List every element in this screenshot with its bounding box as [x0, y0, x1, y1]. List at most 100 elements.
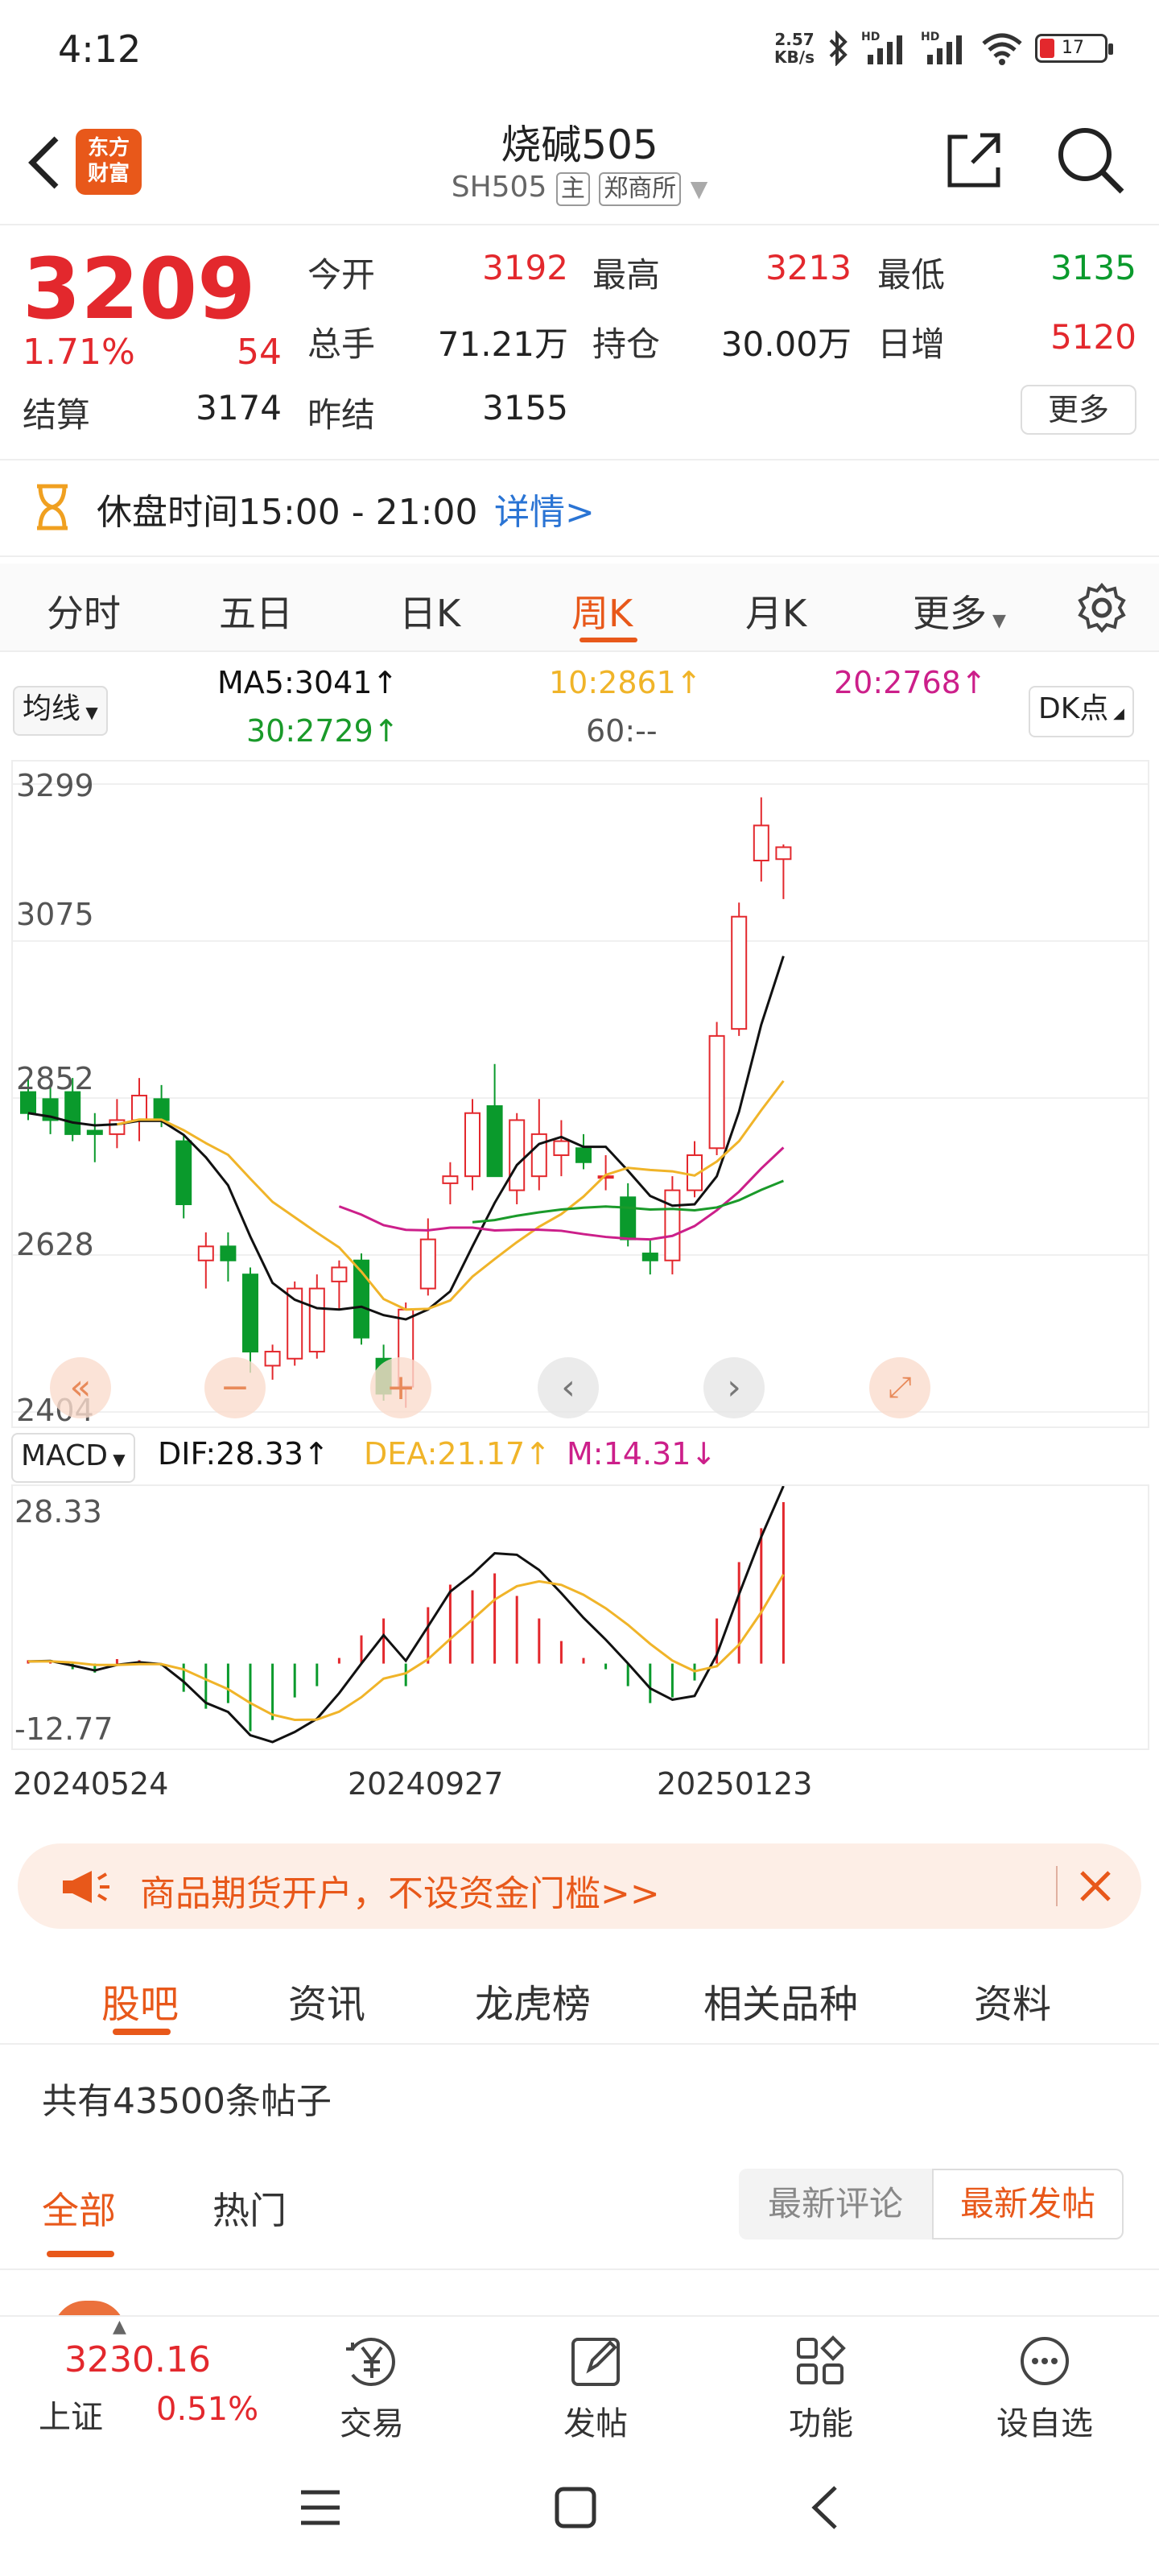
candle	[620, 1183, 637, 1247]
tab-more[interactable]: 更多 ▼	[913, 584, 1006, 638]
active-tab-indicator	[580, 638, 637, 642]
ma20-label: 20:2768↑	[834, 665, 987, 700]
promo-divider	[1056, 1866, 1058, 1906]
system-nav-bar	[0, 2444, 1159, 2576]
macd-chart[interactable]: 28.33 -12.77	[11, 1484, 1149, 1750]
oi-label: 持仓	[592, 324, 661, 364]
low-label: 最低	[877, 255, 946, 295]
promo-banner[interactable]: 商品期货开户，不设资金门槛>>	[18, 1843, 1141, 1929]
candle	[287, 1281, 303, 1366]
status-bar: 4:12 2.57 KB/s HD HD 17	[0, 0, 1159, 97]
dif-line	[27, 1485, 785, 1744]
trading-notice: 休盘时间15:00 - 21:00 详情>	[0, 460, 1159, 557]
x-tick-3: 20250123	[657, 1766, 813, 1802]
candle	[175, 1133, 192, 1219]
tab-daily-k[interactable]: 日K	[399, 584, 460, 638]
open-label: 今开	[307, 255, 376, 295]
period-tabs: 分时 五日 日K 周K 月K 更多 ▼	[0, 564, 1159, 652]
tab-monthly-k[interactable]: 月K	[745, 584, 806, 638]
gear-icon[interactable]	[1075, 581, 1128, 634]
status-time: 4:12	[58, 27, 142, 71]
zoom-in-icon[interactable]: +	[370, 1357, 431, 1418]
last-price: 3209	[23, 240, 256, 338]
daily-inc-value: 5120	[1050, 317, 1136, 357]
settle-label: 结算	[23, 395, 91, 435]
header: 东方 财富 烧碱505 SH505 主 郑商所 ▼	[0, 97, 1159, 225]
prev-settle-label: 昨结	[307, 395, 376, 435]
high-label: 最高	[592, 255, 661, 295]
tab-minute[interactable]: 分时	[47, 584, 121, 638]
fullscreen-icon[interactable]: ⤢	[869, 1357, 930, 1418]
scroll-left-icon[interactable]: ‹	[538, 1357, 599, 1418]
dk-point-button[interactable]: DK点 ◢	[1029, 686, 1134, 737]
home-icon[interactable]	[554, 2486, 597, 2529]
quote-panel: 3209 1.71% 54 结算 3174 今开 3192 最高 3213 最低…	[0, 227, 1159, 460]
forum-divider	[0, 2268, 1159, 2270]
signal-icon-2: HD	[921, 31, 962, 64]
dropdown-icon: ▼	[690, 175, 708, 202]
filter-hot[interactable]: 热门	[212, 2182, 287, 2235]
caret-up-icon: ▲	[113, 2317, 126, 2337]
candle	[753, 797, 769, 882]
svg-text:HD: HD	[861, 31, 880, 43]
scroll-right-icon[interactable]: ›	[703, 1357, 765, 1418]
menu-icon[interactable]	[298, 2487, 343, 2528]
post-count: 共有43500条帖子	[42, 2081, 332, 2122]
battery-icon: 17	[1035, 34, 1113, 63]
sort-latest-comment[interactable]: 最新评论	[739, 2169, 932, 2240]
bluetooth-icon	[829, 31, 848, 66]
edit-icon	[571, 2338, 620, 2386]
add-watchlist-button[interactable]: 设自选	[964, 2333, 1125, 2444]
candle	[308, 1274, 325, 1359]
search-icon[interactable]	[1054, 124, 1127, 196]
volume-label: 总手	[307, 324, 376, 364]
wifi-icon	[982, 33, 1022, 65]
back-nav-icon[interactable]	[808, 2484, 840, 2531]
tab-five-day[interactable]: 五日	[219, 584, 293, 638]
candle	[731, 902, 748, 1036]
index-change: 0.51%	[156, 2391, 259, 2428]
macd-y-bottom: -12.77	[14, 1711, 113, 1747]
more-button[interactable]: 更多	[1021, 385, 1136, 435]
macd-svg	[27, 1485, 785, 1744]
candle	[264, 1344, 281, 1380]
kline-chart[interactable]: 3299 3075 2852 2628 2404 « − + ‹ › ⤢	[11, 760, 1149, 1428]
tab-forum[interactable]: 股吧	[101, 1972, 179, 2029]
volume-value: 71.21万	[437, 324, 568, 364]
macd-select[interactable]: MACD ▼	[11, 1433, 135, 1483]
candle	[708, 1022, 725, 1156]
change-pct: 1.71%	[23, 332, 135, 373]
m-label: M:14.31↓	[567, 1436, 717, 1472]
kline-svg	[13, 783, 1148, 1413]
bottom-toolbar: ▲ 3230.16 上证 0.51% 交易 发帖 功能 设自选	[0, 2315, 1159, 2444]
functions-button[interactable]: 功能	[740, 2333, 901, 2444]
filter-all[interactable]: 全部	[42, 2182, 116, 2235]
ma5-line	[27, 956, 785, 1321]
notice-detail-link[interactable]: 详情>	[494, 483, 595, 535]
status-icons: 2.57 KB/s HD HD 17	[774, 24, 1113, 72]
high-value: 3213	[765, 248, 852, 287]
y-tick-top: 3299	[16, 768, 94, 803]
index-value[interactable]: 3230.16	[64, 2339, 211, 2380]
tab-dragon-tiger[interactable]: 龙虎榜	[475, 1972, 591, 2029]
ma30-label: 30:2729↑	[246, 713, 399, 749]
candle	[220, 1232, 237, 1282]
zoom-out-icon[interactable]: −	[204, 1357, 266, 1418]
sort-latest-post[interactable]: 最新发帖	[932, 2169, 1124, 2240]
prev-settle-value: 3155	[482, 388, 568, 427]
trade-button[interactable]: 交易	[291, 2333, 452, 2444]
ma-select[interactable]: 均线 ▼	[13, 686, 108, 736]
promo-text: 商品期货开户，不设资金门槛>>	[140, 1873, 660, 1914]
scroll-left-fast-icon[interactable]: «	[50, 1357, 111, 1418]
open-value: 3192	[482, 248, 568, 287]
post-button[interactable]: 发帖	[515, 2333, 676, 2444]
candle	[242, 1267, 258, 1373]
y-tick-4: 2628	[16, 1227, 94, 1262]
close-icon[interactable]	[1077, 1868, 1114, 1905]
tab-info[interactable]: 资料	[974, 1972, 1051, 2029]
tab-news[interactable]: 资讯	[288, 1972, 365, 2029]
yuan-icon	[346, 2338, 395, 2386]
share-icon[interactable]	[943, 127, 1004, 192]
tab-weekly-k[interactable]: 周K	[571, 584, 633, 638]
tab-related[interactable]: 相关品种	[703, 1972, 858, 2029]
